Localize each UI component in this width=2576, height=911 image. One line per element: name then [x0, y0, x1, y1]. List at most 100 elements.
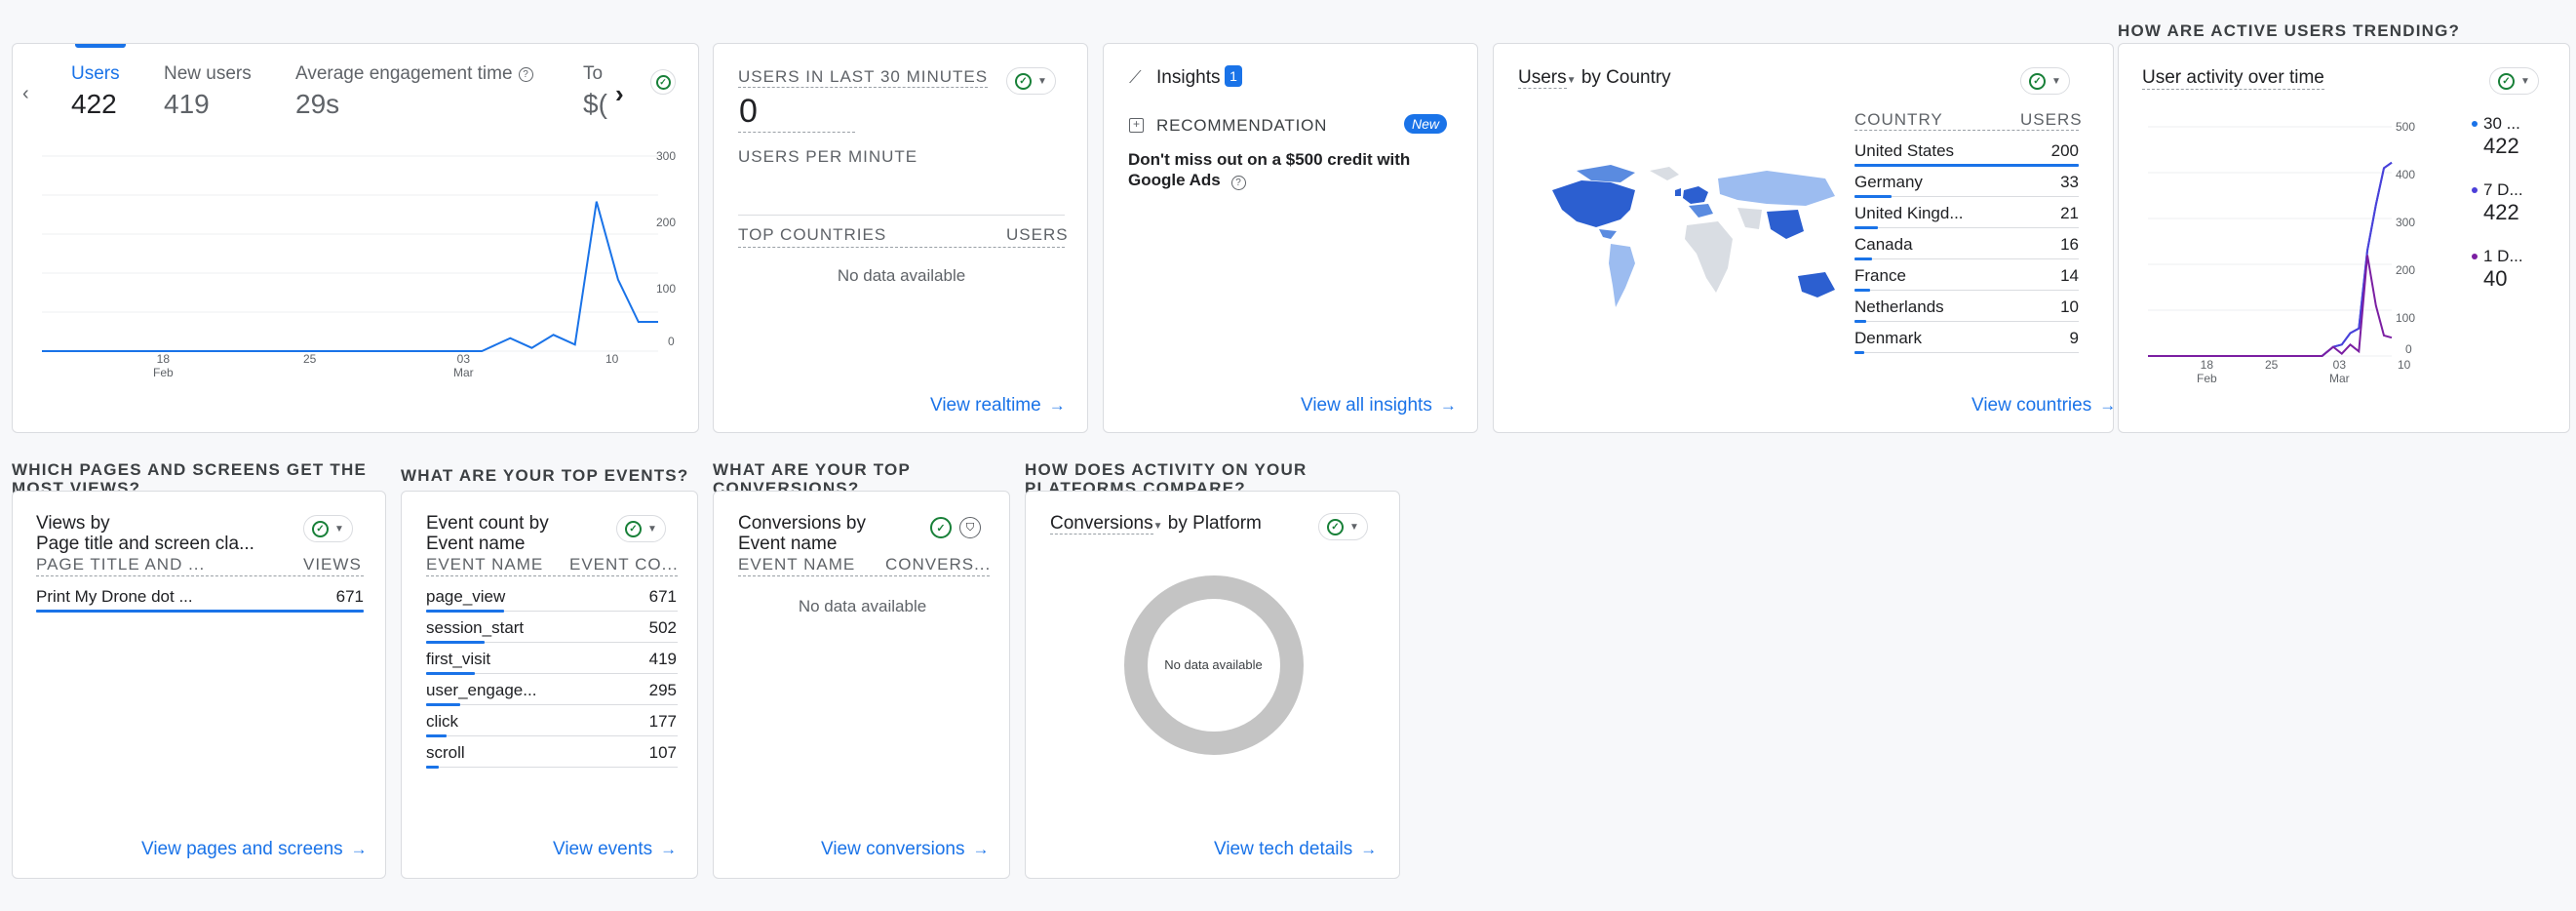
- row-divider: [426, 767, 678, 768]
- view-pages-link[interactable]: View pages and screens →: [141, 839, 368, 860]
- country-name[interactable]: Canada: [1854, 235, 1991, 255]
- x-tick: 18 Feb: [153, 352, 174, 379]
- header-underline: [738, 575, 990, 576]
- compare-status-chip[interactable]: ✓ ▼: [1318, 513, 1368, 540]
- header-underline: [36, 575, 364, 576]
- new-badge: New: [1404, 114, 1448, 134]
- arrow-right-icon: →: [1048, 396, 1066, 415]
- event-count: 671: [648, 587, 677, 606]
- event-name[interactable]: first_visit: [426, 650, 563, 669]
- platform-card: Conversions▼ by Platform ✓ ▼ No data avai…: [1025, 491, 1400, 879]
- country-name[interactable]: France: [1854, 266, 1991, 286]
- header-underline: [738, 247, 1065, 248]
- event-name[interactable]: page_view: [426, 587, 563, 607]
- legend-dot: [2472, 254, 2478, 259]
- series-line: [2148, 255, 2393, 357]
- x-tick: 18 Feb: [2197, 358, 2217, 385]
- row-divider: [1854, 290, 2079, 291]
- world-map: [1552, 165, 1835, 307]
- realtime-card: USERS IN LAST 30 MINUTES ✓ ▼ 0 USERS PER …: [713, 43, 1088, 433]
- insight-text[interactable]: Don't miss out on a $500 credit with Goo…: [1128, 149, 1440, 190]
- legend-value: 40: [2483, 266, 2508, 291]
- empty-state: No data available: [837, 266, 966, 285]
- row-divider: [426, 704, 678, 705]
- legend-value: 422: [2483, 134, 2519, 158]
- country-users: 16: [2060, 235, 2079, 254]
- x-tick: 03 Mar: [453, 352, 474, 379]
- country-name[interactable]: United Kingd...: [1854, 204, 1991, 223]
- view-conversions-link[interactable]: View conversions →: [821, 839, 990, 860]
- row-divider: [1854, 258, 2079, 259]
- arrow-right-icon: →: [972, 840, 990, 858]
- arrow-right-icon: →: [1360, 840, 1378, 858]
- value-bar: [426, 610, 504, 613]
- value-bar: [426, 766, 439, 769]
- compare-status-chip[interactable]: ✓ ▼: [2020, 67, 2070, 95]
- section-title: WHAT ARE YOUR TOP CONVERSIONS?: [713, 460, 911, 494]
- country-users: 9: [2069, 329, 2079, 347]
- row-divider: [1854, 321, 2079, 322]
- event-count: 502: [648, 618, 677, 637]
- country-name[interactable]: Germany: [1854, 173, 1991, 192]
- view-events-link[interactable]: View events →: [553, 839, 677, 860]
- caret-down-icon: ▼: [1566, 75, 1577, 86]
- view-countries-link[interactable]: View countries→: [1971, 395, 2113, 416]
- table-row-label[interactable]: Print My Drone dot ...: [36, 587, 231, 607]
- column-header: EVENT NAME: [738, 555, 856, 574]
- realtime-value: 0: [739, 93, 758, 130]
- column-header: USERS: [1006, 225, 1069, 244]
- compare-status-chip[interactable]: ✓ ▼: [303, 515, 353, 542]
- event-name[interactable]: scroll: [426, 743, 563, 763]
- empty-state: No data available: [798, 597, 927, 615]
- events-title: Event count by Event name: [426, 513, 549, 554]
- compare-status-chip[interactable]: ✓ ▼: [1006, 67, 1056, 95]
- country-name[interactable]: Netherlands: [1854, 297, 1991, 317]
- view-all-insights-link[interactable]: View all insights →: [1301, 395, 1457, 416]
- value-bar: [426, 641, 485, 644]
- countries-card: Users▼ by Country ✓ ▼ COUNTRY USERS View …: [1493, 43, 2114, 433]
- check-circle-icon: ✓: [2029, 72, 2046, 90]
- series-line: [2148, 161, 2393, 357]
- series-line: [42, 201, 658, 352]
- value-bar: [1854, 195, 1892, 198]
- insights-icon: ⟋: [1129, 67, 1142, 87]
- country-name[interactable]: Denmark: [1854, 329, 1991, 348]
- column-header: EVENT CO...: [569, 555, 677, 574]
- events-card: Event count by Event name ✓ ▼ EVENT NAME E…: [401, 491, 698, 879]
- value-bar: [1854, 289, 1871, 292]
- caret-down-icon: ▼: [1037, 75, 1047, 87]
- section-title: WHAT ARE YOUR TOP EVENTS?: [401, 466, 689, 485]
- platform-title[interactable]: Conversions▼ by Platform: [1050, 513, 1262, 535]
- row-divider: [426, 735, 678, 736]
- table-row-value: 671: [335, 587, 364, 606]
- insights-title: Insights: [1156, 67, 1221, 88]
- event-name[interactable]: click: [426, 712, 563, 732]
- country-users: 14: [2060, 266, 2079, 285]
- filter-icon[interactable]: ⛉: [959, 517, 981, 538]
- event-name[interactable]: user_engage...: [426, 681, 563, 700]
- countries-title[interactable]: Users▼ by Country: [1518, 67, 1671, 89]
- column-header: VIEWS: [303, 555, 362, 574]
- legend-value: 422: [2483, 200, 2519, 224]
- column-header: USERS: [2020, 110, 2083, 129]
- x-tick: 25: [303, 352, 317, 366]
- legend-dot: [2472, 121, 2478, 127]
- value-bar: [1854, 226, 1879, 229]
- pages-title: Views by Page title and screen cla...: [36, 513, 254, 554]
- event-count: 107: [648, 743, 677, 762]
- legend-dot: [2472, 187, 2478, 193]
- help-icon[interactable]: ?: [1230, 176, 1246, 190]
- arrow-right-icon: →: [660, 840, 678, 858]
- insights-card: ⟋ Insights 1 + RECOMMENDATION New Don't …: [1103, 43, 1478, 433]
- caret-down-icon: ▼: [647, 523, 657, 535]
- event-count: 295: [648, 681, 677, 699]
- check-circle-icon[interactable]: ✓: [930, 517, 952, 538]
- country-users: 200: [2050, 141, 2079, 160]
- view-tech-details-link[interactable]: View tech details →: [1214, 839, 1377, 860]
- check-circle-icon: ✓: [312, 520, 329, 537]
- pages-card: Views by Page title and screen cla... ✓ ▼ …: [12, 491, 386, 879]
- view-realtime-link[interactable]: View realtime →: [930, 395, 1066, 416]
- country-name[interactable]: United States: [1854, 141, 1991, 161]
- event-name[interactable]: session_start: [426, 618, 563, 638]
- compare-status-chip[interactable]: ✓ ▼: [616, 515, 666, 542]
